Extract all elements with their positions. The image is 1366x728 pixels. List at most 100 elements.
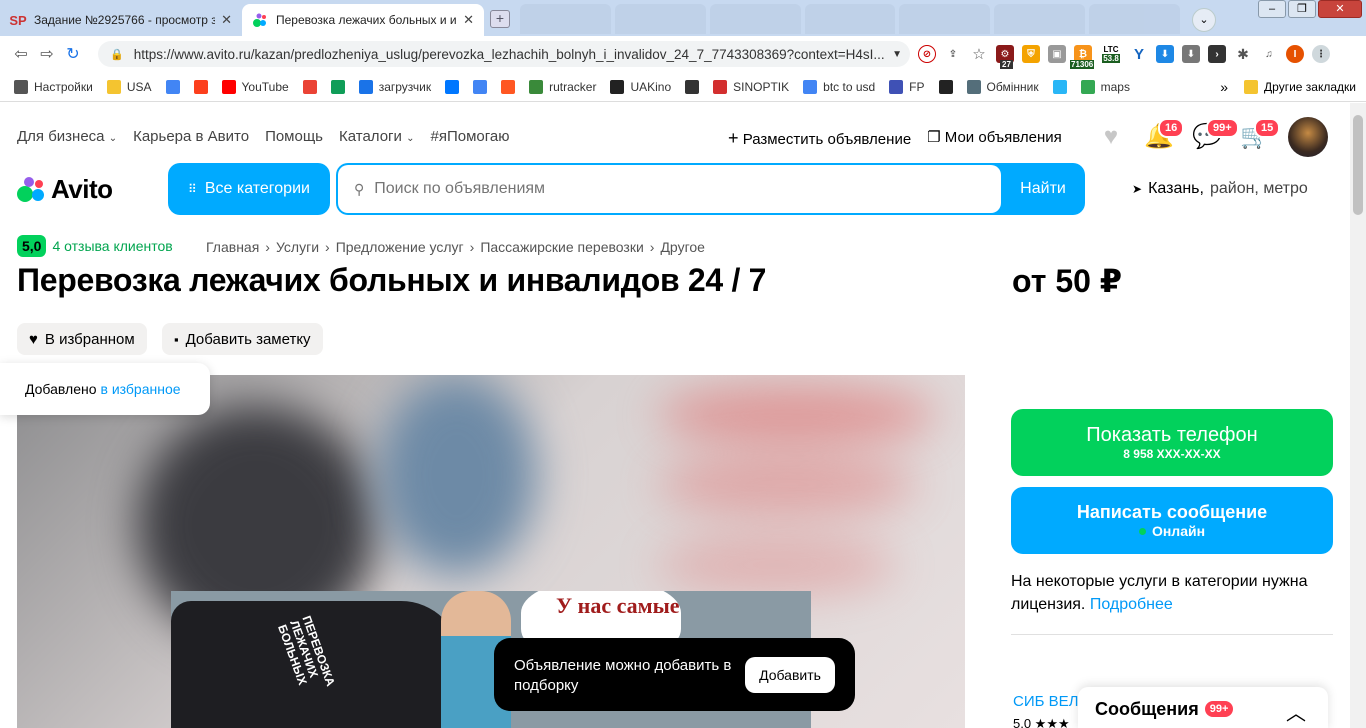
shield-ext-icon[interactable]: ⛨ — [1022, 45, 1040, 63]
share-icon[interactable]: ⇪ — [944, 45, 962, 63]
ltc-price: 53.8 — [1102, 54, 1120, 63]
post-ad-link[interactable]: + Разместить объявление — [728, 128, 911, 149]
nav-catalogs[interactable]: Каталоги ⌄ — [339, 128, 414, 145]
page-scrollbar[interactable] — [1350, 103, 1366, 728]
bookmark-item[interactable]: загрузчик — [358, 79, 431, 94]
breadcrumb-item[interactable]: Предложение услуг — [336, 239, 464, 255]
bookmark-item[interactable]: USA — [106, 79, 152, 94]
location-selector[interactable]: ➤ Казань, район, метро — [1132, 180, 1308, 198]
maximize-icon[interactable]: ❐ — [1288, 0, 1316, 18]
wallet-ext-icon[interactable]: ▣ — [1048, 45, 1066, 63]
bookmark-item[interactable] — [938, 79, 953, 94]
all-categories-button[interactable]: ⠿ Все категории — [168, 163, 330, 215]
bookmark-item[interactable]: maps — [1080, 79, 1130, 94]
chevron-up-icon[interactable]: ︿ — [1286, 697, 1306, 726]
window-controls: – ❐ ✕ — [1258, 0, 1362, 18]
add-to-collection-button[interactable]: Добавить — [745, 657, 835, 693]
add-note-button[interactable]: ▪ Добавить заметку — [162, 323, 323, 355]
url-field[interactable]: 🔒 https://www.avito.ru/kazan/predlozheni… — [98, 41, 910, 67]
background-tabs — [520, 4, 1181, 34]
bookmark-item[interactable]: YouTube — [221, 79, 289, 94]
tab-title: Перевозка лежачих больных и и — [276, 13, 457, 27]
nav-career[interactable]: Карьера в Авито — [133, 128, 249, 145]
bookmark-item[interactable] — [302, 79, 317, 94]
close-tab-icon[interactable]: ✕ — [463, 12, 474, 28]
breadcrumb-item[interactable]: Пассажирские перевозки — [480, 239, 643, 255]
messenger-title: Сообщения — [1095, 698, 1199, 719]
messenger-panel[interactable]: Сообщения 99+ ︿ — [1078, 687, 1328, 728]
plus-icon: + — [728, 128, 739, 148]
bookmark-item[interactable]: btc to usd — [803, 79, 875, 94]
bookmark-item[interactable]: UAKino — [610, 79, 671, 94]
search-input[interactable]: ⚲ Поиск по объявлениям — [338, 165, 1001, 213]
nav-business[interactable]: Для бизнеса ⌄ — [17, 128, 117, 145]
download-ext-icon[interactable]: ⬇ — [1156, 45, 1174, 63]
messages-chat-icon[interactable]: 💬 99+ — [1192, 118, 1239, 152]
close-window-icon[interactable]: ✕ — [1318, 0, 1362, 18]
notifications-bell-icon[interactable]: 🔔 16 — [1144, 118, 1185, 152]
write-message-button[interactable]: Написать сообщение Онлайн — [1011, 487, 1333, 554]
my-ads-label: Мои объявления — [944, 129, 1062, 146]
search-placeholder: Поиск по объявлениям — [374, 180, 546, 197]
breadcrumb-item[interactable]: Главная — [206, 239, 259, 255]
my-ads-link[interactable]: ❐ Мои объявления — [927, 128, 1062, 149]
toast-link[interactable]: в избранное — [101, 381, 181, 397]
bookmark-item[interactable] — [330, 79, 345, 94]
show-phone-button[interactable]: Показать телефон 8 958 XXX-XX-XX — [1011, 409, 1333, 476]
search-submit-button[interactable]: Найти — [1001, 163, 1085, 215]
bookmark-item[interactable] — [473, 79, 488, 94]
bookmark-item[interactable]: Настройки — [14, 79, 93, 94]
puzzle-icon[interactable]: ✱ — [1234, 45, 1252, 63]
breadcrumb-item[interactable]: Услуги — [276, 239, 319, 255]
scrollbar-thumb[interactable] — [1353, 115, 1363, 215]
tab-zadanie[interactable]: SP Задание №2925766 - просмотр з ✕ — [0, 4, 242, 36]
bookmark-item[interactable] — [685, 79, 700, 94]
bookmark-item[interactable]: rutracker — [529, 79, 596, 94]
new-tab-button[interactable]: + — [490, 10, 510, 28]
breadcrumb-item[interactable]: Другое — [660, 239, 704, 255]
back-icon[interactable]: ⇦ — [8, 44, 34, 64]
folder-icon — [106, 79, 121, 94]
cart-icon[interactable]: 🛒 15 — [1240, 118, 1281, 152]
license-more-link[interactable]: Подробнее — [1090, 596, 1173, 613]
reviews-link[interactable]: 4 отзыва клиентов — [52, 238, 172, 254]
rutracker-icon — [529, 79, 544, 94]
close-tab-icon[interactable]: ✕ — [221, 12, 232, 28]
bookmark-item[interactable] — [445, 79, 460, 94]
avatar[interactable] — [1288, 117, 1328, 157]
v-ext-icon[interactable]: Y — [1130, 45, 1148, 63]
reload-icon[interactable]: ↻ — [60, 44, 86, 64]
btc-ext-icon[interactable]: ₿ 71306 — [1070, 45, 1095, 69]
bookmarks-more-icon[interactable]: » — [1220, 79, 1228, 95]
tab-search-icon[interactable]: ⌄ — [1192, 8, 1216, 32]
avito-logo[interactable]: Avito — [17, 174, 113, 205]
bookmark-item[interactable] — [193, 79, 208, 94]
seller-rating-summary[interactable]: 5,0 4 отзыва клиентов — [17, 235, 173, 257]
bookmark-item[interactable]: SINOPTIK — [713, 79, 789, 94]
terminal-ext-icon[interactable]: › — [1208, 45, 1226, 63]
forward-icon[interactable]: ⇨ — [34, 44, 60, 64]
location-city: Казань, — [1148, 180, 1204, 197]
bookmark-item[interactable] — [501, 79, 516, 94]
blocked-icon[interactable]: ⊘ — [918, 45, 936, 63]
ext-counter-icon[interactable]: ⚙ 27 — [996, 45, 1014, 69]
favorite-button[interactable]: ♥ В избранном — [17, 323, 147, 355]
other-bookmarks[interactable]: Другие закладки — [1244, 80, 1356, 94]
nav-ya-pomogayu[interactable]: #яПомогаю — [430, 128, 509, 145]
bookmark-item[interactable]: FP — [889, 79, 925, 94]
f-icon — [501, 79, 516, 94]
media-icon[interactable]: ♫ — [1260, 45, 1278, 63]
tab-avito[interactable]: Перевозка лежачих больных и и ✕ — [242, 4, 484, 36]
favorites-heart-icon[interactable]: ♥ — [1096, 122, 1126, 152]
bookmark-item[interactable] — [165, 79, 180, 94]
bookmark-star-icon[interactable]: ☆ — [970, 45, 988, 63]
ltc-ext-icon[interactable]: LTC 53.8 — [1100, 45, 1122, 63]
bookmark-item[interactable] — [1052, 79, 1067, 94]
profile-icon[interactable]: I — [1286, 45, 1304, 63]
save-ext-icon[interactable]: ⬇ — [1182, 45, 1200, 63]
nav-help[interactable]: Помощь — [265, 128, 323, 145]
bookmark-item[interactable]: Обмінник — [966, 79, 1039, 94]
menu-icon[interactable]: ⋮ — [1312, 45, 1330, 63]
url-dropdown-icon[interactable]: ▼ — [892, 49, 902, 60]
minimize-icon[interactable]: – — [1258, 0, 1286, 18]
